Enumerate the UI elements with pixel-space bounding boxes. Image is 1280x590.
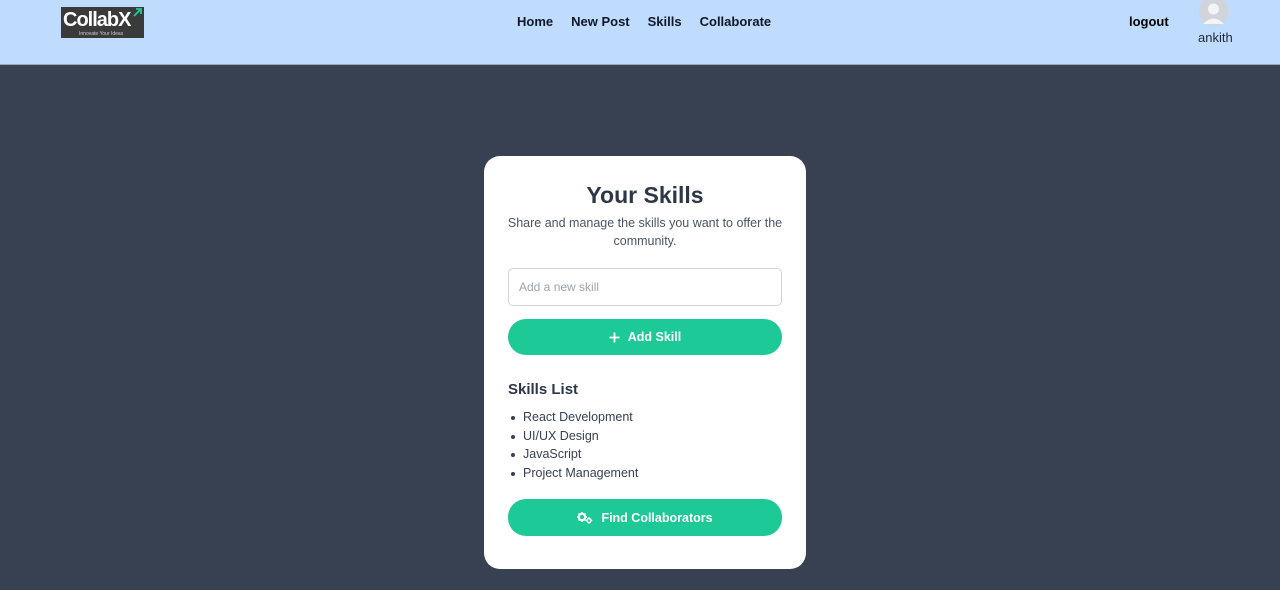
top-navbar: CollabX Innovate Your Ideas Home New Pos… — [0, 0, 1280, 65]
skills-list: React Development UI/UX Design JavaScrip… — [508, 408, 638, 482]
find-collaborators-button[interactable]: Find Collaborators — [508, 499, 782, 536]
brand-logo-text: CollabX — [63, 9, 131, 31]
nav-link-skills[interactable]: Skills — [648, 14, 682, 30]
logo-arrow-icon — [133, 8, 142, 17]
logout-link[interactable]: logout — [1129, 14, 1169, 30]
add-skill-button[interactable]: Add Skill — [508, 319, 782, 355]
add-skill-label: Add Skill — [627, 330, 682, 344]
brand-tagline: Innovate Your Ideas — [79, 31, 124, 37]
page-subtitle: Share and manage the skills you want to … — [507, 216, 783, 248]
nav-link-home[interactable]: Home — [517, 14, 553, 30]
page-title: Your Skills — [586, 182, 704, 208]
nav-link-collaborate[interactable]: Collaborate — [700, 14, 772, 30]
main-nav: Home New Post Skills Collaborate — [517, 14, 771, 30]
plus-icon — [609, 332, 620, 342]
nav-link-new-post[interactable]: New Post — [571, 14, 630, 30]
brand-logo[interactable]: CollabX Innovate Your Ideas — [61, 7, 144, 38]
skills-list-heading: Skills List — [508, 381, 579, 398]
gears-icon — [577, 511, 593, 524]
list-item: React Development — [508, 408, 638, 427]
find-collaborators-label: Find Collaborators — [601, 510, 713, 525]
username-label: ankith — [1198, 30, 1233, 45]
list-item: Project Management — [508, 464, 638, 483]
user-avatar-icon[interactable] — [1198, 0, 1229, 28]
list-item: JavaScript — [508, 445, 638, 464]
list-item: UI/UX Design — [508, 427, 638, 446]
new-skill-input[interactable] — [508, 268, 782, 306]
